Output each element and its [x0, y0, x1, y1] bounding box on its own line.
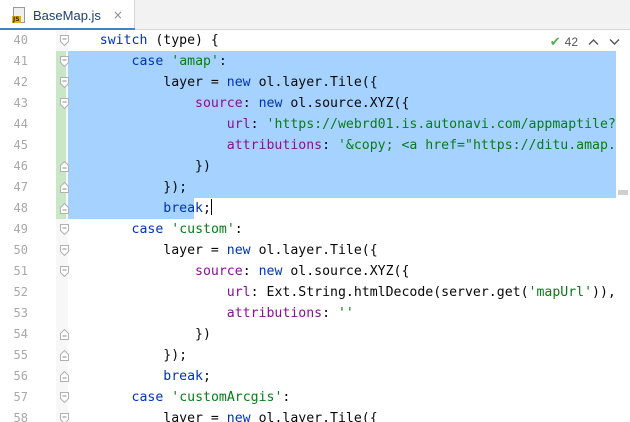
code-line[interactable]: 56 break;	[0, 366, 630, 387]
code-line[interactable]: 45 attributions: '&copy; <a href="https:…	[0, 135, 630, 156]
code-line[interactable]: 48 break;	[0, 198, 630, 219]
code-line[interactable]: 54 })	[0, 324, 630, 345]
code-text: case 'customArcgis':	[131, 390, 291, 405]
code-text: });	[68, 348, 188, 363]
inspection-count[interactable]: 42	[565, 35, 578, 49]
code-text: })	[68, 327, 211, 342]
code-line[interactable]: 41 case 'amap':	[0, 51, 630, 72]
line-number: 51	[13, 264, 28, 278]
tab-basemap-js[interactable]: JS BaseMap.js ×	[0, 0, 135, 31]
line-number: 56	[13, 369, 28, 383]
line-number: 46	[13, 159, 28, 173]
line-number: 49	[13, 222, 28, 236]
line-number: 50	[13, 243, 28, 257]
code-line[interactable]: 40 switch (type) {	[0, 30, 630, 51]
code-text: url: Ext.String.htmlDecode(server.get('m…	[226, 285, 616, 300]
code-text: break;	[163, 199, 212, 216]
line-number: 54	[13, 327, 28, 341]
code-editor[interactable]: 40 switch (type) {41 case 'amap': 42 laye…	[0, 30, 630, 422]
inspection-widget: ✔ 42	[550, 32, 620, 52]
code-text: url: 'https://webrd01.is.autonavi.com/ap…	[226, 117, 630, 132]
line-number: 53	[13, 306, 28, 320]
code-text: attributions: '&copy; <a href="https://d…	[226, 138, 630, 153]
line-number: 48	[13, 201, 28, 215]
code-line[interactable]: 42 layer = new ol.layer.Tile({	[0, 72, 630, 93]
line-number: 45	[13, 138, 28, 152]
code-text: attributions: ''	[226, 306, 354, 321]
code-line[interactable]: 50 layer = new ol.layer.Tile({	[0, 240, 630, 261]
javascript-file-icon: JS	[12, 7, 26, 23]
checkmark-icon: ✔	[549, 34, 561, 50]
code-text: })	[68, 159, 211, 174]
line-number: 47	[13, 180, 28, 194]
code-line[interactable]: 44 url: 'https://webrd01.is.autonavi.com…	[0, 114, 630, 135]
chevron-up-icon[interactable]	[588, 36, 599, 49]
code-text: break;	[163, 369, 211, 384]
chevron-down-icon[interactable]	[609, 36, 620, 49]
code-text: layer = new ol.layer.Tile({	[68, 243, 378, 258]
line-number: 43	[13, 96, 28, 110]
line-number: 44	[13, 117, 28, 131]
code-text: switch (type) {	[99, 33, 219, 48]
close-tab-icon[interactable]: ×	[113, 8, 123, 22]
line-number: 58	[13, 411, 28, 422]
code-text: layer = new ol.layer.Tile({	[68, 411, 378, 422]
vertical-scrollbar[interactable]	[616, 50, 630, 422]
code-line[interactable]: 57 case 'customArcgis':	[0, 387, 630, 408]
code-line[interactable]: 51 source: new ol.source.XYZ({	[0, 261, 630, 282]
code-line[interactable]: 46 })	[0, 156, 630, 177]
code-text: source: new ol.source.XYZ({	[195, 96, 410, 111]
scrollbar-marker	[618, 190, 628, 195]
line-number: 57	[13, 390, 28, 404]
code-line[interactable]: 53 attributions: ''	[0, 303, 630, 324]
line-number: 40	[13, 33, 28, 47]
code-text: });	[68, 180, 188, 195]
code-line[interactable]: 43 source: new ol.source.XYZ({	[0, 93, 630, 114]
editor-tab-bar: JS BaseMap.js ×	[0, 0, 630, 31]
tab-label: BaseMap.js	[33, 7, 101, 23]
line-number: 41	[13, 54, 28, 68]
code-text: case 'amap':	[131, 54, 227, 69]
code-line[interactable]: 47 });	[0, 177, 630, 198]
line-number: 42	[13, 75, 28, 89]
code-text: layer = new ol.layer.Tile({	[68, 75, 378, 90]
code-line[interactable]: 55 });	[0, 345, 630, 366]
line-number: 55	[13, 348, 28, 362]
line-number: 52	[13, 285, 28, 299]
code-line[interactable]: 52 url: Ext.String.htmlDecode(server.get…	[0, 282, 630, 303]
code-text: source: new ol.source.XYZ({	[195, 264, 410, 279]
text-caret	[210, 199, 212, 215]
code-line[interactable]: 58 layer = new ol.layer.Tile({	[0, 408, 630, 422]
code-text: case 'custom':	[131, 222, 243, 237]
code-line[interactable]: 49 case 'custom':	[0, 219, 630, 240]
